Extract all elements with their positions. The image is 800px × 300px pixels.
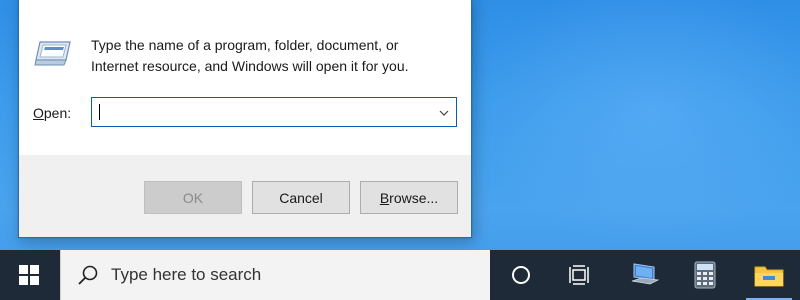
cortana-icon xyxy=(512,266,530,284)
taskbar-app-network[interactable] xyxy=(616,250,674,300)
run-dialog-content: Type the name of a program, folder, docu… xyxy=(19,0,471,155)
calculator-icon xyxy=(694,261,716,289)
open-label: Open: xyxy=(33,105,71,121)
open-label-rest: pen: xyxy=(43,105,72,121)
run-description: Type the name of a program, folder, docu… xyxy=(91,35,451,77)
text-caret xyxy=(99,104,100,120)
taskbar: Type here to search xyxy=(0,250,800,300)
task-view-button[interactable] xyxy=(550,250,608,300)
windows-logo-icon xyxy=(19,265,39,285)
search-placeholder: Type here to search xyxy=(111,265,262,284)
open-input[interactable] xyxy=(92,98,432,126)
start-button[interactable] xyxy=(0,250,58,300)
file-explorer-icon xyxy=(754,266,784,287)
chevron-down-icon[interactable] xyxy=(438,107,450,119)
run-dialog: Type the name of a program, folder, docu… xyxy=(18,0,472,238)
cortana-button[interactable] xyxy=(492,250,550,300)
network-computer-icon xyxy=(631,263,660,285)
taskbar-app-file-explorer[interactable] xyxy=(740,250,798,300)
open-combobox[interactable] xyxy=(91,97,457,127)
ok-button[interactable]: OK xyxy=(144,181,242,214)
desktop-glow xyxy=(470,0,800,250)
browse-button[interactable]: Browse... xyxy=(360,181,458,214)
task-view-icon xyxy=(569,265,589,285)
run-description-line1: Type the name of a program, folder, docu… xyxy=(91,37,399,53)
cancel-button[interactable]: Cancel xyxy=(252,181,350,214)
browse-label-rest: rowse... xyxy=(389,189,439,206)
run-description-line2: Internet resource, and Windows will open… xyxy=(91,58,409,74)
browse-accelerator: B xyxy=(379,189,390,206)
run-icon xyxy=(34,41,71,66)
search-icon xyxy=(78,265,98,285)
open-label-accelerator: O xyxy=(33,105,44,121)
taskbar-search-box[interactable]: Type here to search xyxy=(60,250,490,300)
taskbar-app-calculator[interactable] xyxy=(676,250,734,300)
